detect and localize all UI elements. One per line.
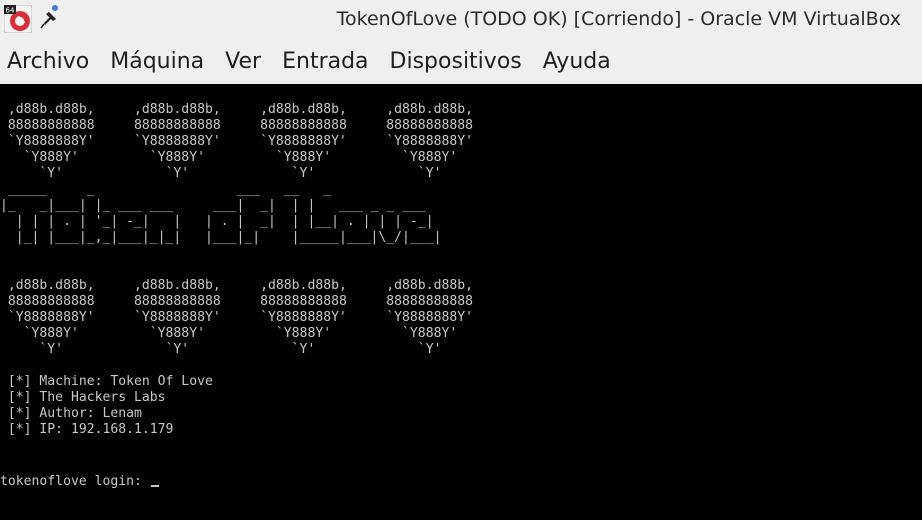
app-icon-badge: 64 [6, 7, 15, 15]
hearts-art-top: ,d88b.d88b, ,d88b.d88b, ,d88b.d88b, ,d88… [7, 102, 473, 181]
token-of-love-logo: _____ _ ___ __ _ |_ _|___| |_ ___ ___ __… [0, 182, 442, 245]
machine-info: [*] Machine: Token Of Love [*] The Hacke… [0, 374, 213, 438]
hearts-art-bottom: ,d88b.d88b, ,d88b.d88b, ,d88b.d88b, ,d88… [7, 278, 473, 357]
virtualbox-app-icon[interactable]: 64 [4, 5, 32, 33]
login-line[interactable]: tokenoflove login: [0, 470, 159, 490]
menu-ayuda[interactable]: Ayuda [536, 40, 618, 84]
menu-entrada[interactable]: Entrada [275, 40, 375, 84]
menubar: Archivo Máquina Ver Entrada Dispositivos… [0, 40, 922, 84]
info-line-machine: [*] Machine: Token Of Love [0, 374, 213, 389]
window-title: TokenOfLove (TODO OK) [Corriendo] - Orac… [336, 8, 901, 30]
info-line-author: [*] Author: Lenam [0, 406, 142, 421]
pin-icon[interactable] [40, 4, 62, 30]
info-line-labs: [*] The Hackers Labs [0, 390, 166, 405]
info-line-ip: [*] IP: 192.168.1.179 [0, 422, 174, 437]
vm-console-screen[interactable]: ,d88b.d88b, ,d88b.d88b, ,d88b.d88b, ,d88… [0, 84, 922, 520]
menu-archivo[interactable]: Archivo [0, 40, 96, 84]
menu-ver[interactable]: Ver [218, 40, 268, 84]
login-prompt: tokenoflove login: [0, 474, 150, 489]
text-cursor [150, 485, 159, 487]
window-titlebar[interactable]: 64 TokenOfLove (TODO OK) [Corriendo] - O… [0, 0, 922, 40]
menu-dispositivos[interactable]: Dispositivos [383, 40, 529, 84]
menu-maquina[interactable]: Máquina [103, 40, 211, 84]
